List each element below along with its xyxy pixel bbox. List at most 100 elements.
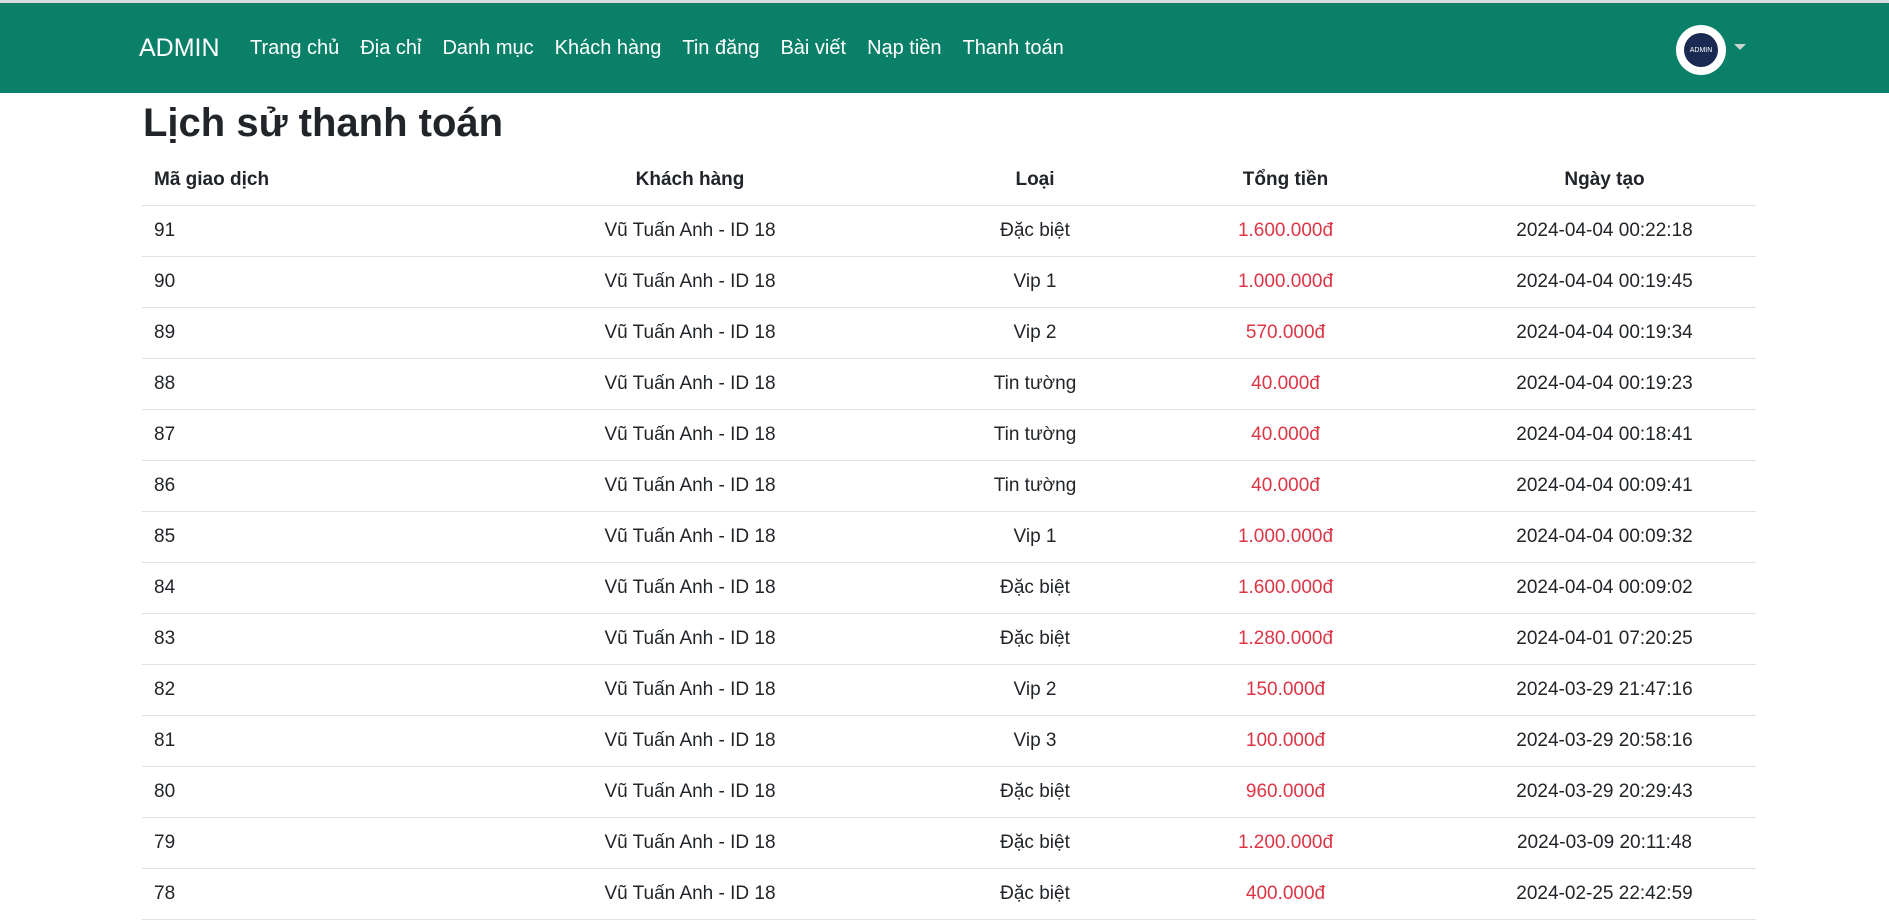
- nav-item-danh-muc[interactable]: Danh mục: [442, 37, 533, 60]
- header-type: Loại: [952, 155, 1118, 206]
- cell-transaction-id: 83: [142, 613, 428, 665]
- cell-transaction-id: 86: [142, 460, 428, 512]
- cell-type: Đặc biệt: [952, 817, 1118, 869]
- cell-transaction-id: 87: [142, 409, 428, 461]
- cell-type: Vip 3: [952, 715, 1118, 767]
- cell-transaction-id: 85: [142, 511, 428, 563]
- cell-total: 40.000đ: [1118, 358, 1453, 410]
- cell-customer: Vũ Tuấn Anh - ID 18: [428, 868, 952, 920]
- nav-item-tin-dang[interactable]: Tin đăng: [682, 37, 759, 60]
- cell-total: 1.280.000đ: [1118, 613, 1453, 665]
- cell-created-date: 2024-03-09 20:11:48: [1453, 817, 1756, 869]
- nav-item-khach-hang[interactable]: Khách hàng: [555, 37, 662, 60]
- cell-customer: Vũ Tuấn Anh - ID 18: [428, 766, 952, 818]
- cell-total: 1.600.000đ: [1118, 562, 1453, 614]
- cell-created-date: 2024-02-25 22:42:59: [1453, 868, 1756, 920]
- cell-created-date: 2024-04-04 00:22:18: [1453, 205, 1756, 257]
- cell-created-date: 2024-03-29 20:58:16: [1453, 715, 1756, 767]
- cell-created-date: 2024-04-04 00:09:32: [1453, 511, 1756, 563]
- cell-type: Vip 2: [952, 307, 1118, 359]
- cell-customer: Vũ Tuấn Anh - ID 18: [428, 715, 952, 767]
- cell-transaction-id: 90: [142, 256, 428, 308]
- cell-created-date: 2024-03-29 21:47:16: [1453, 664, 1756, 716]
- cell-created-date: 2024-04-01 07:20:25: [1453, 613, 1756, 665]
- user-menu-toggle[interactable]: ADMIN: [1676, 25, 1746, 75]
- cell-total: 100.000đ: [1118, 715, 1453, 767]
- cell-customer: Vũ Tuấn Anh - ID 18: [428, 358, 952, 410]
- nav-item-bai-viet[interactable]: Bài viết: [780, 37, 846, 60]
- cell-total: 960.000đ: [1118, 766, 1453, 818]
- cell-created-date: 2024-04-04 00:18:41: [1453, 409, 1756, 461]
- header-customer: Khách hàng: [428, 155, 952, 206]
- brand-link[interactable]: ADMIN: [139, 3, 220, 93]
- nav-item-dia-chi[interactable]: Địa chỉ: [360, 37, 421, 60]
- cell-transaction-id: 79: [142, 817, 428, 869]
- nav-item-trang-chu[interactable]: Trang chủ: [250, 37, 339, 60]
- cell-transaction-id: 78: [142, 868, 428, 920]
- nav-item-thanh-toan[interactable]: Thanh toán: [963, 37, 1064, 60]
- cell-transaction-id: 80: [142, 766, 428, 818]
- cell-customer: Vũ Tuấn Anh - ID 18: [428, 664, 952, 716]
- cell-customer: Vũ Tuấn Anh - ID 18: [428, 613, 952, 665]
- cell-type: Đặc biệt: [952, 613, 1118, 665]
- table-row: 84 Vũ Tuấn Anh - ID 18 Đặc biệt 1.600.000đ 2…: [142, 562, 1756, 614]
- page-title: Lịch sử thanh toán: [143, 101, 504, 145]
- main-content: Lịch sử thanh toán Mã giao dịch Khách hà…: [142, 93, 1756, 920]
- cell-type: Đặc biệt: [952, 205, 1118, 257]
- cell-created-date: 2024-03-29 20:29:43: [1453, 766, 1756, 818]
- cell-type: Đặc biệt: [952, 562, 1118, 614]
- cell-type: Vip 1: [952, 511, 1118, 563]
- cell-customer: Vũ Tuấn Anh - ID 18: [428, 307, 952, 359]
- cell-transaction-id: 84: [142, 562, 428, 614]
- cell-transaction-id: 82: [142, 664, 428, 716]
- caret-down-icon[interactable]: [1734, 44, 1746, 50]
- cell-customer: Vũ Tuấn Anh - ID 18: [428, 562, 952, 614]
- cell-transaction-id: 91: [142, 205, 428, 257]
- header-transaction-id: Mã giao dịch: [142, 155, 428, 206]
- cell-type: Tin tường: [952, 358, 1118, 410]
- cell-created-date: 2024-04-04 00:19:34: [1453, 307, 1756, 359]
- cell-customer: Vũ Tuấn Anh - ID 18: [428, 511, 952, 563]
- header-created-date: Ngày tạo: [1453, 155, 1756, 206]
- table-row: 91 Vũ Tuấn Anh - ID 18 Đặc biệt 1.600.000đ 2…: [142, 205, 1756, 257]
- cell-transaction-id: 89: [142, 307, 428, 359]
- table-row: 83 Vũ Tuấn Anh - ID 18 Đặc biệt 1.280.000đ 2…: [142, 613, 1756, 665]
- cell-type: Tin tường: [952, 460, 1118, 512]
- table-row: 90 Vũ Tuấn Anh - ID 18 Vip 1 1.000.000đ 2024…: [142, 256, 1756, 308]
- table-body: 91 Vũ Tuấn Anh - ID 18 Đặc biệt 1.600.000đ 2…: [142, 205, 1756, 920]
- cell-type: Vip 2: [952, 664, 1118, 716]
- navbar: ADMIN Trang chủ Địa chỉ Danh mục Khách h…: [0, 3, 1889, 93]
- avatar[interactable]: ADMIN: [1676, 25, 1726, 75]
- cell-customer: Vũ Tuấn Anh - ID 18: [428, 817, 952, 869]
- cell-type: Tin tường: [952, 409, 1118, 461]
- cell-type: Đặc biệt: [952, 766, 1118, 818]
- table-row: 85 Vũ Tuấn Anh - ID 18 Vip 1 1.000.000đ 2024…: [142, 511, 1756, 563]
- cell-customer: Vũ Tuấn Anh - ID 18: [428, 409, 952, 461]
- cell-transaction-id: 88: [142, 358, 428, 410]
- cell-total: 1.200.000đ: [1118, 817, 1453, 869]
- cell-total: 1.000.000đ: [1118, 256, 1453, 308]
- cell-total: 1.600.000đ: [1118, 205, 1453, 257]
- cell-total: 1.000.000đ: [1118, 511, 1453, 563]
- cell-total: 400.000đ: [1118, 868, 1453, 920]
- cell-total: 150.000đ: [1118, 664, 1453, 716]
- table-row: 86 Vũ Tuấn Anh - ID 18 Tin tường 40.000đ 202…: [142, 460, 1756, 512]
- table-row: 87 Vũ Tuấn Anh - ID 18 Tin tường 40.000đ 202…: [142, 409, 1756, 461]
- cell-customer: Vũ Tuấn Anh - ID 18: [428, 460, 952, 512]
- table-row: 89 Vũ Tuấn Anh - ID 18 Vip 2 570.000đ 2024-0…: [142, 307, 1756, 359]
- cell-customer: Vũ Tuấn Anh - ID 18: [428, 205, 952, 257]
- cell-transaction-id: 81: [142, 715, 428, 767]
- cell-created-date: 2024-04-04 00:19:23: [1453, 358, 1756, 410]
- cell-total: 40.000đ: [1118, 460, 1453, 512]
- cell-created-date: 2024-04-04 00:09:41: [1453, 460, 1756, 512]
- table-row: 82 Vũ Tuấn Anh - ID 18 Vip 2 150.000đ 2024-0…: [142, 664, 1756, 716]
- payment-history-table: Mã giao dịch Khách hàng Loại Tổng tiền N…: [142, 155, 1756, 920]
- cell-created-date: 2024-04-04 00:19:45: [1453, 256, 1756, 308]
- table-row: 81 Vũ Tuấn Anh - ID 18 Vip 3 100.000đ 2024-0…: [142, 715, 1756, 767]
- table-row: 80 Vũ Tuấn Anh - ID 18 Đặc biệt 960.000đ 202…: [142, 766, 1756, 818]
- cell-created-date: 2024-04-04 00:09:02: [1453, 562, 1756, 614]
- cell-total: 570.000đ: [1118, 307, 1453, 359]
- nav-item-nap-tien[interactable]: Nạp tiền: [867, 37, 942, 60]
- cell-total: 40.000đ: [1118, 409, 1453, 461]
- nav-menu: Trang chủ Địa chỉ Danh mục Khách hàng Ti…: [250, 3, 1085, 93]
